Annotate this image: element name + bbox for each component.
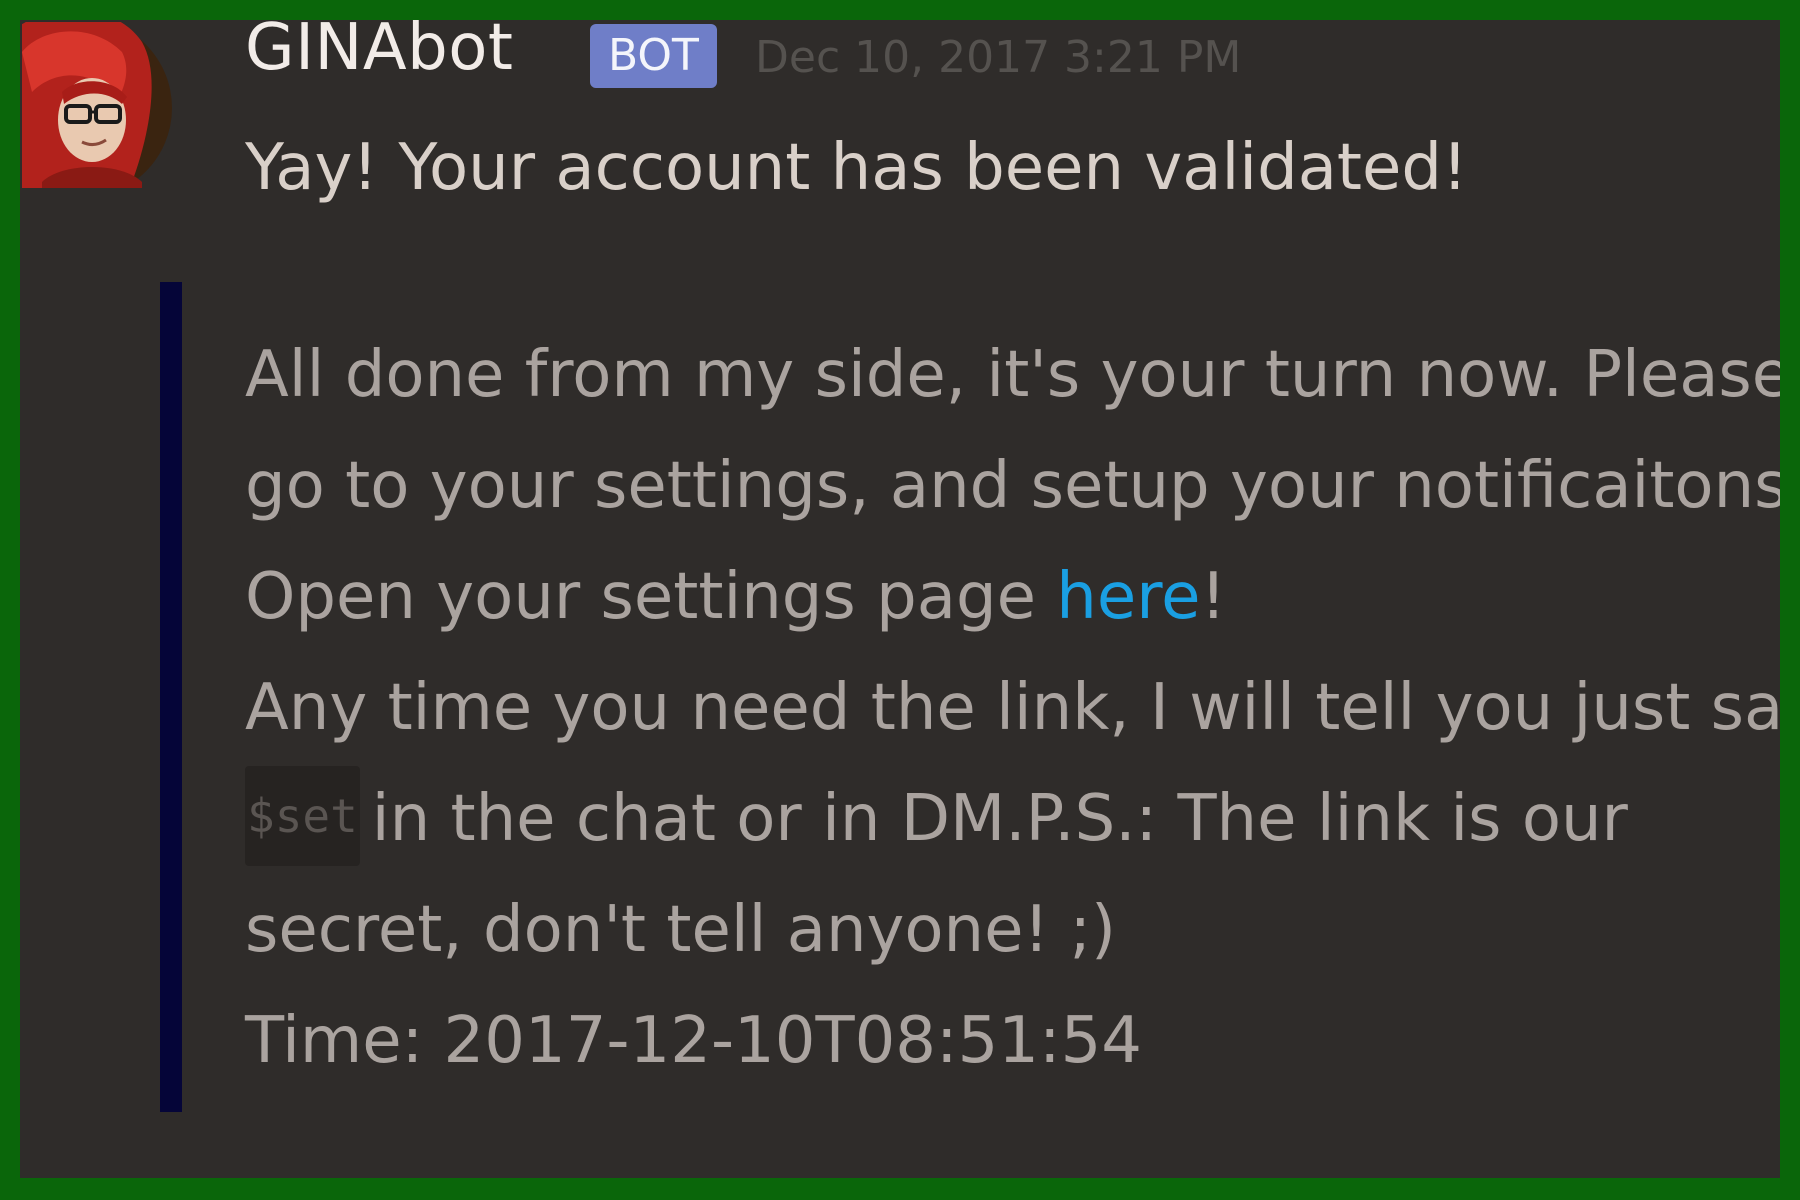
embed-text: in the chat or in DM.P.S.: The link is o…: [371, 782, 1628, 856]
message-timestamp: Dec 10, 2017 3:21 PM: [755, 32, 1242, 83]
settings-link[interactable]: here: [1056, 560, 1200, 634]
message-container: GINAbot BOT Dec 10, 2017 3:21 PM Yay! Yo…: [20, 20, 1780, 1178]
bot-badge: BOT: [590, 24, 717, 88]
avatar-image: [22, 22, 172, 188]
embed-line: $set in the chat or in DM.P.S.: The link …: [245, 764, 1780, 875]
embed-text: Open your settings page: [245, 560, 1057, 634]
embed-accent-bar: [160, 282, 182, 1112]
embed-line: secret, don't tell anyone! ;): [245, 893, 1116, 967]
embed-line: Any time you need the link, I will tell …: [245, 671, 1780, 745]
embed-text: !: [1200, 560, 1227, 634]
embed: All done from my side, it's your turn no…: [245, 320, 1780, 1097]
embed-line: Open your settings page here!: [245, 542, 1780, 653]
embed-line: All done from my side, it's your turn no…: [245, 338, 1780, 412]
avatar[interactable]: [22, 22, 178, 188]
message-text: Yay! Your account has been validated!: [245, 131, 1468, 205]
inline-code: $set: [245, 766, 360, 867]
embed-line: go to your settings, and setup your noti…: [245, 449, 1780, 523]
author-name[interactable]: GINAbot: [245, 20, 514, 88]
embed-line: Time: 2017-12-10T08:51:54: [245, 1004, 1142, 1078]
